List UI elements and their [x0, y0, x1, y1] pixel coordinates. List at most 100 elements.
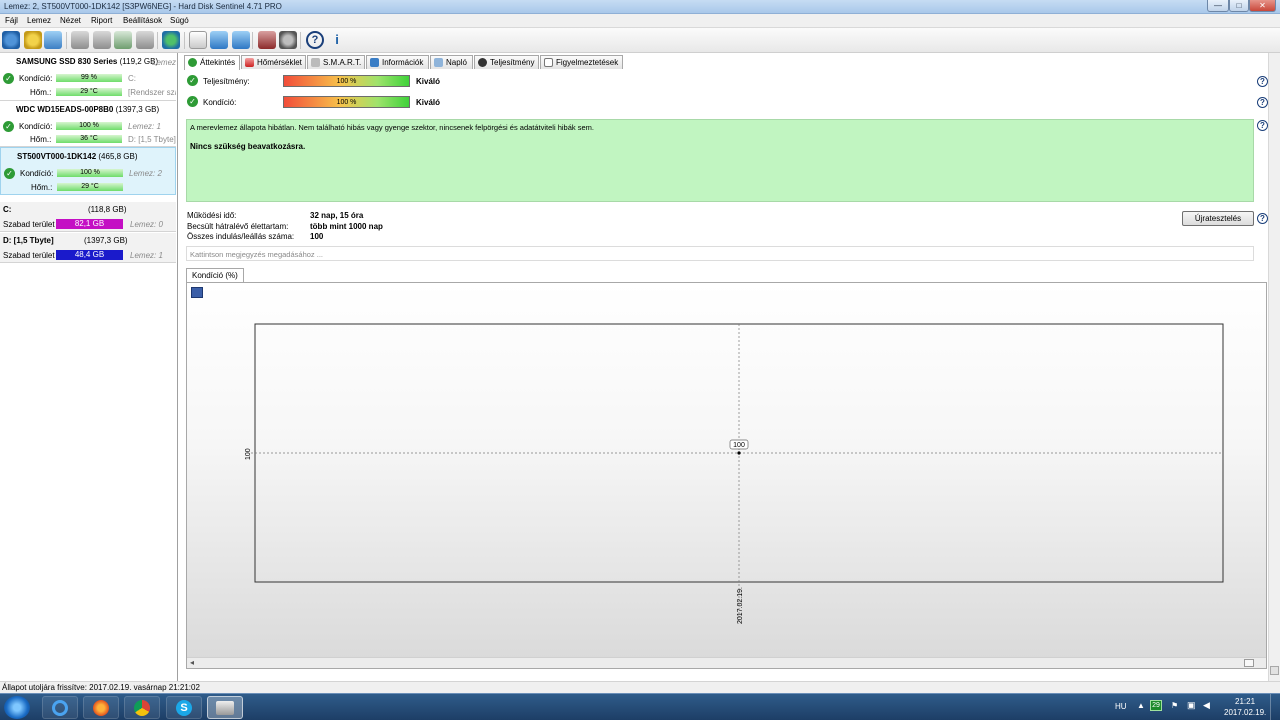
disk-test-icon[interactable]: [71, 31, 89, 49]
disk-number: Lemez: 2: [129, 169, 162, 178]
temp-bar: 29 °C: [56, 88, 122, 96]
status-text-box: A merevlemez állapota hibátlan. Nem talá…: [186, 119, 1254, 202]
disk-settings-icon[interactable]: [136, 31, 154, 49]
x-tick-label: 2017.02.19.: [737, 587, 744, 624]
startstop-label: Összes indulás/leállás száma:: [187, 232, 295, 241]
disk-item[interactable]: SAMSUNG SSD 830 Series (119,2 GB) Lemez:…: [0, 53, 176, 101]
gauge-icon: [478, 58, 487, 67]
firefox-icon[interactable]: [83, 696, 119, 719]
start-button[interactable]: [4, 696, 30, 719]
menu-report[interactable]: Riport: [91, 16, 112, 25]
performance-rating: Kiváló: [416, 77, 441, 86]
free-space-label: Szabad terület: [3, 220, 55, 229]
help-icon[interactable]: ?: [306, 31, 324, 49]
disk-info-icon[interactable]: [93, 31, 111, 49]
tab-log[interactable]: Napló: [430, 55, 473, 69]
info-icon[interactable]: i: [328, 31, 346, 49]
lifetime-value: több mint 1000 nap: [310, 222, 383, 231]
help-icon[interactable]: ?: [1257, 213, 1268, 224]
menu-file[interactable]: Fájl: [5, 16, 18, 25]
menu-settings[interactable]: Beállítások: [123, 16, 162, 25]
disk-side-label: Lemez:: [152, 58, 176, 67]
tab-alerts[interactable]: Figyelmeztetések: [540, 55, 623, 69]
clock-date[interactable]: 2017.02.19.: [1224, 708, 1266, 717]
skype-icon[interactable]: S: [166, 696, 202, 719]
data-label: 100: [733, 442, 745, 449]
benchmark-icon[interactable]: [258, 31, 276, 49]
condition-label: Kondíció:: [19, 122, 53, 131]
close-button[interactable]: ✕: [1249, 0, 1276, 12]
condition-bar: 100 %: [283, 96, 410, 108]
tray-expand-icon[interactable]: ▲: [1137, 701, 1145, 710]
maximize-button[interactable]: □: [1229, 0, 1249, 12]
condition-bar: 100 %: [57, 169, 123, 177]
hds-tray-icon[interactable]: 29: [1150, 700, 1162, 711]
window-title: Lemez: 2, ST500VT000-1DK142 [S3PW6NEG] -…: [4, 2, 282, 11]
volume-size: (118,8 GB): [88, 205, 127, 214]
scroll-left-icon[interactable]: ◂: [190, 658, 194, 667]
alert-doc-icon: [544, 58, 553, 67]
disk-name: SAMSUNG SSD 830 Series (119,2 GB): [16, 57, 159, 66]
menu-disk[interactable]: Lemez: [27, 16, 51, 25]
disk-list-panel: SAMSUNG SSD 830 Series (119,2 GB) Lemez:…: [0, 53, 178, 681]
tab-smart[interactable]: S.M.A.R.T.: [307, 55, 365, 69]
tab-performance[interactable]: Teljesítmény: [474, 55, 539, 69]
help-icon[interactable]: ?: [1257, 76, 1268, 87]
clock-time[interactable]: 21:21: [1235, 697, 1255, 706]
show-desktop-button[interactable]: [1270, 694, 1280, 720]
window-scrollbar[interactable]: [1268, 53, 1280, 681]
status-bar: Állapot utoljára frissítve: 2017.02.19. …: [0, 681, 1280, 693]
disk-item[interactable]: WDC WD15EADS-00P8B0 (1397,3 GB) ✓ Kondíc…: [0, 101, 176, 147]
chrome-icon[interactable]: [124, 696, 160, 719]
volume-item[interactable]: C: (118,8 GB) Szabad terület 82,1 GB Lem…: [0, 202, 176, 232]
condition-label: Kondíció:: [203, 98, 237, 107]
log-icon: [434, 58, 443, 67]
ie-icon[interactable]: [42, 696, 78, 719]
backup-icon[interactable]: [232, 31, 250, 49]
gear-icon[interactable]: [279, 31, 297, 49]
scroll-thumb[interactable]: [1244, 659, 1254, 667]
volume-icon[interactable]: ◀: [1203, 700, 1210, 711]
help-icon[interactable]: ?: [1257, 97, 1268, 108]
resize-grip-icon[interactable]: [1270, 666, 1279, 675]
title-bar: Lemez: 2, ST500VT000-1DK142 [S3PW6NEG] -…: [0, 0, 1280, 14]
temp-label: Hőm.:: [30, 88, 52, 97]
info-icon: [370, 58, 379, 67]
language-indicator[interactable]: HU: [1115, 702, 1127, 711]
tab-overview[interactable]: Áttekintés: [184, 55, 240, 70]
status-bar-text: Állapot utoljára frissítve: 2017.02.19. …: [2, 683, 200, 692]
help-icon[interactable]: ?: [1257, 120, 1268, 131]
temp-label: Hőm.:: [30, 135, 52, 144]
performance-bar: 100 %: [283, 75, 410, 87]
flag-icon[interactable]: ⚑: [1171, 701, 1178, 710]
minimize-button[interactable]: —: [1207, 0, 1229, 12]
disk-item-selected[interactable]: ST500VT000-1DK142 (465,8 GB) ✓ Kondíció:…: [0, 147, 176, 195]
hard-disk-sentinel-taskbar-icon[interactable]: [207, 696, 243, 719]
menu-help[interactable]: Súgó: [170, 16, 189, 25]
tab-condition-chart[interactable]: Kondíció (%): [186, 268, 244, 283]
retest-button[interactable]: Újratesztelés: [1182, 211, 1254, 226]
volume-item[interactable]: D: [1,5 Tbyte] (1397,3 GB) Szabad terüle…: [0, 233, 176, 263]
globe-icon[interactable]: [162, 31, 180, 49]
disk-name: WDC WD15EADS-00P8B0 (1397,3 GB): [16, 105, 160, 114]
menu-view[interactable]: Nézet: [60, 16, 81, 25]
refresh-icon[interactable]: [2, 31, 20, 49]
free-space-bar: 48,4 GB: [56, 250, 123, 260]
check-icon: [188, 58, 197, 67]
sync-icon[interactable]: [210, 31, 228, 49]
tab-information[interactable]: Információk: [366, 55, 429, 69]
chart-scrollbar[interactable]: ◂: [187, 657, 1266, 668]
data-point: [737, 451, 741, 455]
drive-letter: C:: [128, 74, 136, 83]
document-icon[interactable]: [189, 31, 207, 49]
tab-temperature[interactable]: Hőmérséklet: [241, 55, 306, 69]
disk-check-icon[interactable]: [114, 31, 132, 49]
report-icon[interactable]: [44, 31, 62, 49]
temp-label: Hőm.:: [31, 183, 53, 192]
alert-icon[interactable]: [24, 31, 42, 49]
network-icon[interactable]: ▣: [1187, 700, 1196, 711]
status-action: Nincs szükség beavatkozásra.: [190, 142, 306, 151]
note-input[interactable]: Kattintson megjegyzés megadásához ...: [186, 246, 1254, 261]
disk-name: ST500VT000-1DK142 (465,8 GB): [17, 152, 138, 161]
toolbar: ? i: [0, 28, 1280, 53]
